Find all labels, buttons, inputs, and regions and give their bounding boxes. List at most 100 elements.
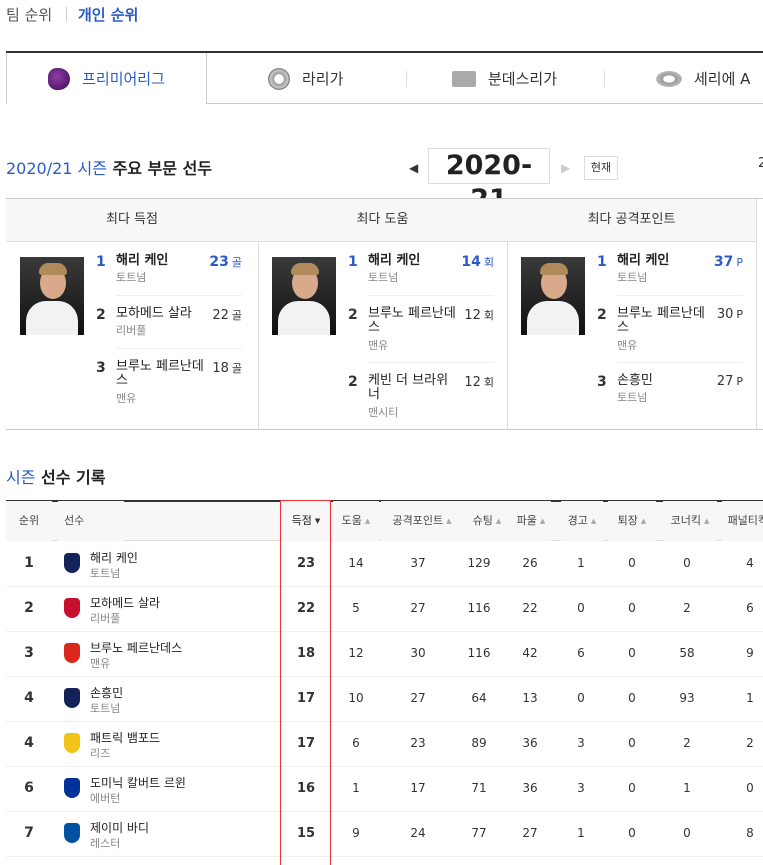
- divider: [756, 199, 757, 429]
- column-header[interactable]: 경고 ▲: [561, 501, 603, 541]
- league-tab-bundesliga[interactable]: 분데스리가: [452, 53, 557, 104]
- stat-cell: 5: [352, 601, 360, 615]
- stat-cell: 116: [467, 646, 491, 660]
- stat-cell: 9: [746, 646, 754, 660]
- player-name[interactable]: 패트릭 뱀포드: [90, 729, 160, 746]
- season-leaders-title: 2020/21 시즌 주요 부문 선두: [6, 155, 212, 179]
- stat-cell: 0: [628, 601, 636, 615]
- table-row[interactable]: 2 모하메드 살라 리버풀 22 5 27 116 22 0 0 2 6: [6, 586, 763, 632]
- column-header[interactable]: 파울 ▲: [511, 501, 551, 541]
- tab-player-ranking[interactable]: 개인 순위: [78, 4, 138, 25]
- leader-team: 맨유: [617, 339, 638, 352]
- team-crest-icon: [64, 643, 80, 663]
- leader-name: 브루노 페르난데스: [368, 306, 456, 335]
- league-tab-premier-league[interactable]: 프리미어리그: [6, 53, 207, 104]
- player-name[interactable]: 제이미 바디: [90, 819, 149, 836]
- divider: [617, 295, 743, 296]
- player-name[interactable]: 브루노 페르난데스: [90, 639, 182, 656]
- leader-value: 22 골: [212, 307, 242, 323]
- leader-value: 18 골: [212, 360, 242, 376]
- stat-cell: 17: [410, 781, 426, 795]
- league-tab-label: 분데스리가: [488, 70, 558, 88]
- leader-column-header: 최다 득점: [6, 199, 258, 242]
- stat-cell: 116: [467, 601, 491, 615]
- player-team: 레스터: [90, 837, 121, 850]
- tab-team-ranking[interactable]: 팀 순위: [6, 4, 52, 25]
- stat-cell: 24: [410, 826, 426, 840]
- player-name[interactable]: 해리 케인: [90, 549, 138, 566]
- table-row[interactable]: 3 브루노 페르난데스 맨유 18 12 30 116 42 6 0 58 9: [6, 631, 763, 677]
- stat-cell: 1: [746, 691, 754, 705]
- current-season-button[interactable]: 현재: [584, 156, 618, 180]
- stat-cell: 17: [296, 691, 316, 706]
- column-header[interactable]: 패널티킥▲: [722, 501, 763, 541]
- column-header-label: 도움: [341, 514, 362, 527]
- column-header-label: 득점: [291, 514, 312, 527]
- league-tab-label: 라리가: [302, 70, 344, 88]
- stat-cell: 0: [683, 826, 691, 840]
- divider: [116, 295, 242, 296]
- stat-cell: 10: [348, 691, 364, 705]
- column-header[interactable]: 코너킥 ▲: [663, 501, 717, 541]
- stat-cell: 9: [352, 826, 360, 840]
- laliga-icon: [268, 67, 290, 90]
- value-number: 12: [464, 308, 481, 323]
- stat-cell: 0: [683, 556, 691, 570]
- player-name[interactable]: 모하메드 살라: [90, 594, 160, 611]
- leader-rank: 1: [348, 254, 358, 270]
- column-header-label: 패널티킥: [727, 514, 763, 527]
- league-tab-laliga[interactable]: 라리가: [268, 53, 343, 104]
- column-header[interactable]: 득점 ▼: [281, 501, 331, 541]
- table-row[interactable]: 1 해리 케인 토트넘 23 14 37 129 26 1 0 0 4: [6, 541, 763, 587]
- leader-rank: 3: [96, 360, 106, 376]
- player-name[interactable]: 도미닉 칼버트 르윈: [90, 774, 186, 791]
- stat-cell: 0: [628, 781, 636, 795]
- stat-cell: 58: [679, 646, 695, 660]
- table-row[interactable]: 4 손흥민 토트넘 17 10 27 64 13 0 0 93 1: [6, 676, 763, 722]
- league-tab-serie-a[interactable]: 세리에 A: [656, 53, 750, 104]
- leader-column: 최다 공격포인트 1 해리 케인 토트넘 37 P 2 브루노 페르난데스 맨유 30 P 3 손흥민 토…: [507, 199, 756, 429]
- prev-season-arrow-icon[interactable]: ◀: [409, 161, 418, 175]
- column-header-label: 퇴장: [617, 514, 638, 527]
- column-header[interactable]: 슈팅 ▲: [463, 501, 511, 541]
- column-header[interactable]: 퇴장 ▲: [608, 501, 656, 541]
- leader-column-header: 최다 공격포인트: [507, 199, 756, 242]
- row-rank: 7: [24, 825, 34, 841]
- value-number: 27: [716, 374, 734, 389]
- column-header-label: 슈팅: [472, 514, 493, 527]
- table-row[interactable]: 7 제이미 바디 레스터 15 9 24 77 27 1 0 0 8: [6, 811, 763, 857]
- stat-cell: 0: [628, 826, 636, 840]
- column-header[interactable]: 도움 ▲: [333, 501, 379, 541]
- row-rank: 4: [24, 690, 34, 706]
- stat-cell: 42: [522, 646, 538, 660]
- sort-asc-icon: ▲: [539, 517, 546, 525]
- column-header[interactable]: 공격포인트 ▲: [381, 501, 463, 541]
- value-number: 22: [212, 308, 229, 323]
- player-name[interactable]: 손흥민: [90, 684, 123, 701]
- divider: [617, 362, 743, 363]
- leader-column: 최다 득점 1 해리 케인 토트넘 23 골 2 모하메드 살라 리버풀 22 골 3 브루노 페르난데…: [6, 199, 258, 429]
- player-team: 맨유: [90, 657, 111, 670]
- stat-cell: 6: [577, 646, 585, 660]
- stat-cell: 36: [522, 736, 538, 750]
- stat-cell: 27: [410, 601, 426, 615]
- stat-cell: 1: [352, 781, 360, 795]
- leader-name: 손흥민: [617, 373, 653, 388]
- season-highlight: 2020/21 시즌: [6, 159, 107, 178]
- leader-team: 토트넘: [116, 271, 147, 284]
- table-row[interactable]: 4 패트릭 뱀포드 리즈 17 6 23 89 36 3 0 2 2: [6, 721, 763, 767]
- column-header-label: 코너킥: [670, 514, 701, 527]
- leader-name: 모하메드 살라: [116, 306, 192, 321]
- table-row[interactable]: 6 도미닉 칼버트 르윈 에버턴 16 1 17 71 36 3 0 1 0: [6, 766, 763, 812]
- leader-rank: 2: [348, 374, 358, 390]
- divider: [406, 71, 407, 87]
- stat-cell: 77: [471, 826, 487, 840]
- leader-team: 토트넘: [617, 271, 648, 284]
- player-team: 리버풀: [90, 612, 121, 625]
- season-selector[interactable]: 2020-21: [428, 148, 550, 215]
- stat-cell: 18: [296, 646, 316, 661]
- next-season-arrow-icon[interactable]: ▶: [561, 161, 570, 175]
- team-crest-icon: [64, 553, 80, 573]
- leader-team: 토트넘: [617, 391, 648, 404]
- player-team: 토트넘: [90, 702, 121, 715]
